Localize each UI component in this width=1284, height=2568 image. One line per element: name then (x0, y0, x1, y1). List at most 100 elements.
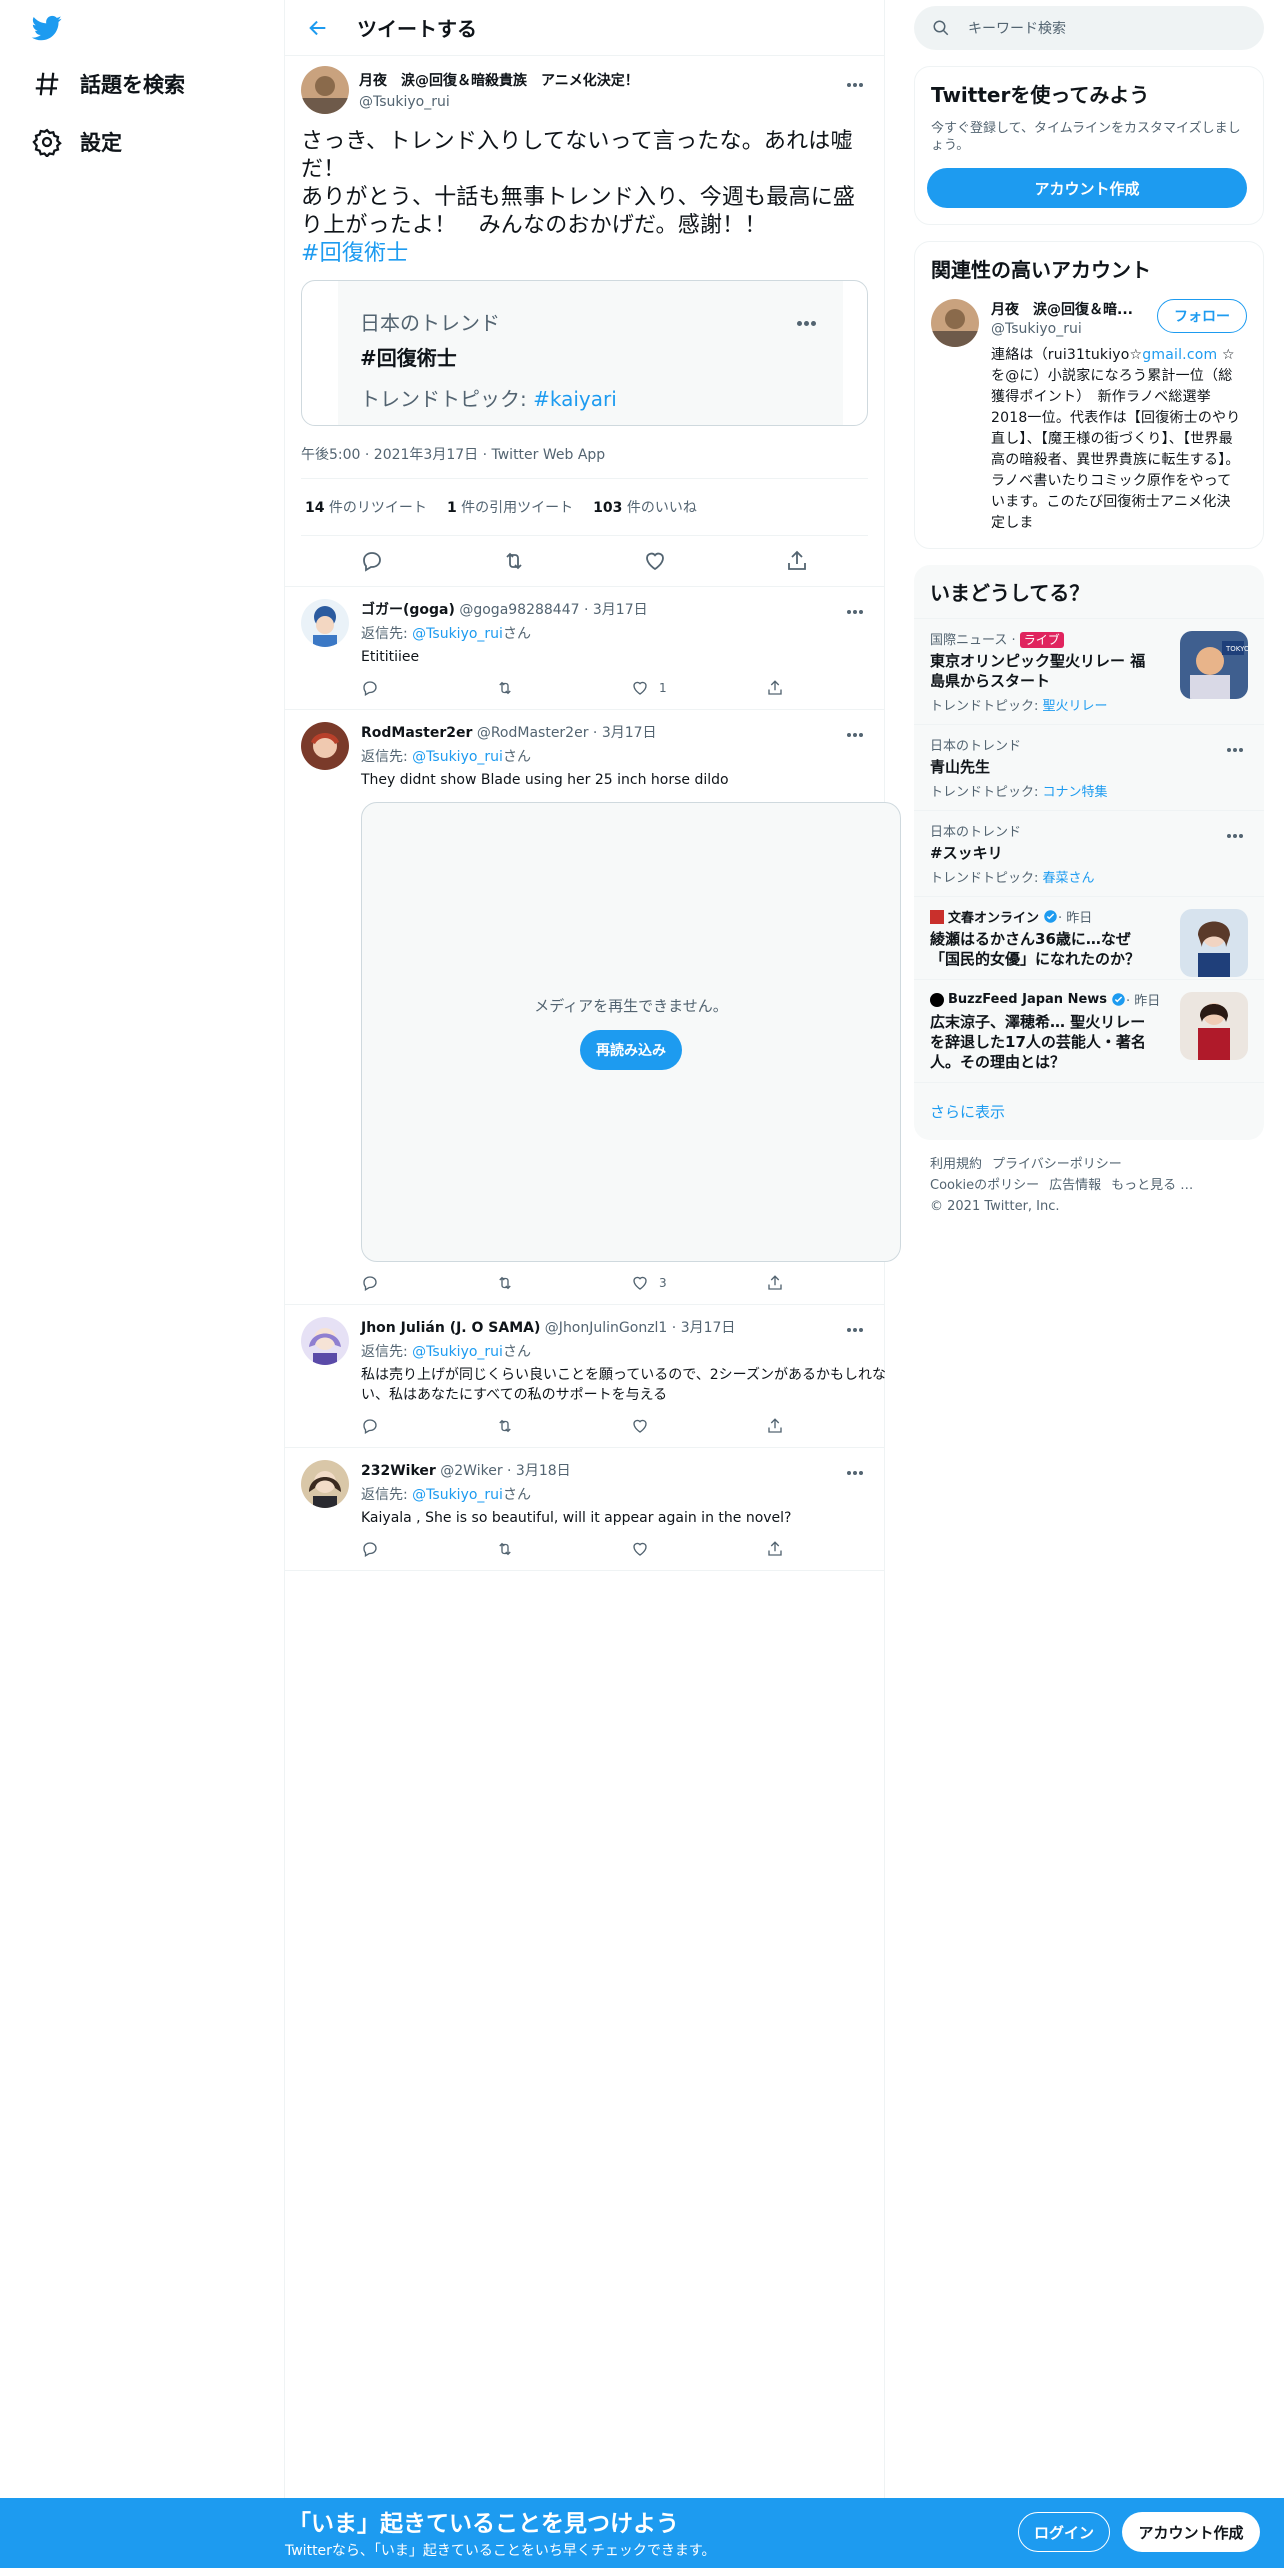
avatar[interactable] (931, 299, 979, 347)
search-placeholder: キーワード検索 (968, 21, 1066, 37)
bottom-bar-subtitle: Twitterなら、「いま」起きていることをいち早くチェックできます。 (285, 2543, 716, 2559)
ads-link[interactable]: 広告情報 (1049, 1178, 1101, 1193)
reply-author-name[interactable]: Jhon Julián (J. O SAMA) (361, 1320, 540, 1336)
avatar[interactable] (301, 599, 349, 647)
trend-topic: トレンドトピック: #kaiyari (360, 383, 821, 412)
nav-settings[interactable]: 設定 (32, 122, 122, 162)
reply-handle-time: @RodMaster2er · 3月17日 (472, 725, 657, 741)
follow-button[interactable]: フォロー (1157, 299, 1247, 333)
share-button[interactable] (766, 1417, 901, 1435)
reply-to-link[interactable]: @Tsukiyo_rui (412, 626, 503, 642)
author-handle[interactable]: @Tsukiyo_rui (359, 94, 639, 110)
news-item[interactable]: BuzzFeed Japan News · 昨日 広末涼子、澤穂希… 聖火リレー… (914, 979, 1264, 1082)
news-time: · 昨日 (1126, 994, 1161, 1009)
like-button[interactable] (631, 1417, 766, 1435)
reply-icon[interactable] (360, 549, 384, 573)
terms-link[interactable]: 利用規約 (930, 1157, 982, 1172)
more-icon[interactable] (846, 722, 868, 744)
more-icon[interactable] (1226, 737, 1248, 759)
create-account-button[interactable]: アカウント作成 (927, 168, 1247, 208)
avatar[interactable] (301, 1317, 349, 1365)
reply-author-name[interactable]: RodMaster2er (361, 725, 472, 741)
more-icon[interactable] (846, 1317, 868, 1339)
share-icon[interactable] (785, 549, 809, 573)
right-sidebar: キーワード検索 Twitterを使ってみよう 今すぐ登録して、タイムラインをカス… (914, 0, 1264, 1231)
like-button[interactable]: 3 (631, 1274, 766, 1292)
retweet-icon (499, 681, 511, 695)
show-more-link[interactable]: さらに表示 (914, 1082, 1264, 1140)
trend-item[interactable]: 日本のトレンド 青山先生 トレンドトピック: コナン特集 (914, 724, 1264, 810)
avatar[interactable] (301, 66, 349, 114)
trend-topic-link[interactable]: コナン特集 (1043, 785, 1108, 800)
twitter-logo-icon[interactable] (30, 13, 64, 43)
news-item[interactable]: 文春オンライン · 昨日 綾瀬はるかさん36歳に…なぜ「国民的女優」になれたのか… (914, 896, 1264, 979)
source-logo-icon (930, 909, 944, 924)
tweet-timestamp[interactable]: 午後5:00 · 2021年3月17日 · Twitter Web App (301, 444, 868, 479)
login-button[interactable]: ログイン (1018, 2512, 1110, 2552)
more-icon[interactable] (846, 72, 868, 94)
svg-text:TOKYO: TOKYO (1225, 645, 1248, 653)
signup-button[interactable]: アカウント作成 (1122, 2512, 1260, 2552)
reply-tweet[interactable]: RodMaster2er @RodMaster2er · 3月17日 返信先: … (285, 710, 901, 1305)
retweet-button[interactable] (496, 1417, 631, 1435)
tweet-body: さっき、トレンド入りしてないって言ったな。あれは嘘だ！ ありがとう、十話も無事ト… (301, 129, 856, 238)
more-icon[interactable] (1226, 823, 1248, 845)
reply-button[interactable] (361, 1274, 496, 1292)
retweet-icon[interactable] (502, 549, 526, 573)
trend-item[interactable]: 日本のトレンド #スッキリ トレンドトピック: 春菜さん (914, 810, 1264, 896)
more-icon[interactable] (846, 599, 868, 621)
trend-item[interactable]: 国際ニュース · ライブ 東京オリンピック聖火リレー 福島県からスタート トレン… (914, 618, 1264, 724)
share-button[interactable] (766, 1274, 901, 1292)
trend-topic-link[interactable]: #kaiyari (533, 387, 617, 411)
retweet-button[interactable] (496, 1274, 631, 1292)
avatar[interactable] (301, 1460, 349, 1508)
trend-card[interactable]: 日本のトレンド #回復術士 トレンドトピック: #kaiyari (301, 280, 868, 426)
related-title: 関連性の高いアカウント (931, 258, 1151, 282)
trend-topic-prefix: トレンドトピック: (930, 785, 1043, 800)
search-input[interactable]: キーワード検索 (914, 6, 1264, 50)
cookie-link[interactable]: Cookieのポリシー (930, 1178, 1039, 1193)
account-item[interactable]: 月夜 涙@回復＆暗... @Tsukiyo_rui 連絡は（rui31tukiy… (915, 295, 1263, 548)
nav-explore[interactable]: 話題を検索 (32, 64, 185, 104)
reply-button[interactable] (361, 1540, 496, 1558)
like-button[interactable]: 1 (631, 679, 766, 697)
likes-stat[interactable]: 103 件のいいね (593, 497, 697, 517)
quotes-label: 件の引用ツイート (456, 500, 574, 516)
trend-thumbnail: TOKYO (1180, 631, 1248, 699)
retweet-button[interactable] (496, 1540, 631, 1558)
retweets-stat[interactable]: 14 件のリツイート (305, 497, 427, 517)
reload-button[interactable]: 再読み込み (580, 1029, 682, 1070)
like-icon[interactable] (643, 549, 667, 573)
more-link[interactable]: もっと見る … (1111, 1178, 1193, 1193)
nav-settings-label: 設定 (80, 131, 122, 155)
reply-button[interactable] (361, 1417, 496, 1435)
nav-explore-label: 話題を検索 (80, 73, 185, 97)
like-button[interactable] (631, 1540, 766, 1558)
more-icon[interactable] (846, 1460, 868, 1482)
author-name[interactable]: 月夜 涙@回復＆暗殺貴族 アニメ化決定！ (359, 70, 639, 90)
reply-button[interactable] (361, 679, 496, 697)
bio-link[interactable]: gmail.com (1142, 347, 1217, 363)
privacy-link[interactable]: プライバシーポリシー (992, 1157, 1122, 1172)
share-button[interactable] (766, 679, 901, 697)
avatar[interactable] (301, 722, 349, 770)
reply-author-name[interactable]: 232Wiker (361, 1463, 436, 1479)
hashtag-link[interactable]: #回復術士 (301, 241, 408, 266)
trend-topic-link[interactable]: 春菜さん (1043, 871, 1095, 886)
reply-author-name[interactable]: ゴガー(goga) (361, 602, 455, 618)
trend-name: #スッキリ (930, 844, 1003, 862)
reply-to-link[interactable]: @Tsukiyo_rui (412, 1487, 503, 1503)
reply-icon (363, 681, 377, 696)
retweet-button[interactable] (496, 679, 631, 697)
back-arrow-icon[interactable] (301, 11, 335, 45)
reply-tweet[interactable]: Jhon Julián (J. O SAMA) @JhonJulinGonzl1… (285, 1305, 886, 1448)
reply-to-link[interactable]: @Tsukiyo_rui (412, 1344, 503, 1360)
quotes-stat[interactable]: 1 件の引用ツイート (447, 497, 573, 517)
share-button[interactable] (766, 1540, 901, 1558)
reply-tweet[interactable]: 232Wiker @2Wiker · 3月18日 返信先: @Tsukiyo_r… (285, 1448, 884, 1571)
page-title: ツイートする (357, 17, 477, 41)
reply-to-link[interactable]: @Tsukiyo_rui (412, 749, 503, 765)
trend-topic-link[interactable]: 聖火リレー (1043, 699, 1108, 714)
more-icon[interactable] (796, 311, 817, 330)
reply-tweet[interactable]: ゴガー(goga) @goga98288447 · 3月17日 返信先: @Ts… (285, 587, 884, 710)
